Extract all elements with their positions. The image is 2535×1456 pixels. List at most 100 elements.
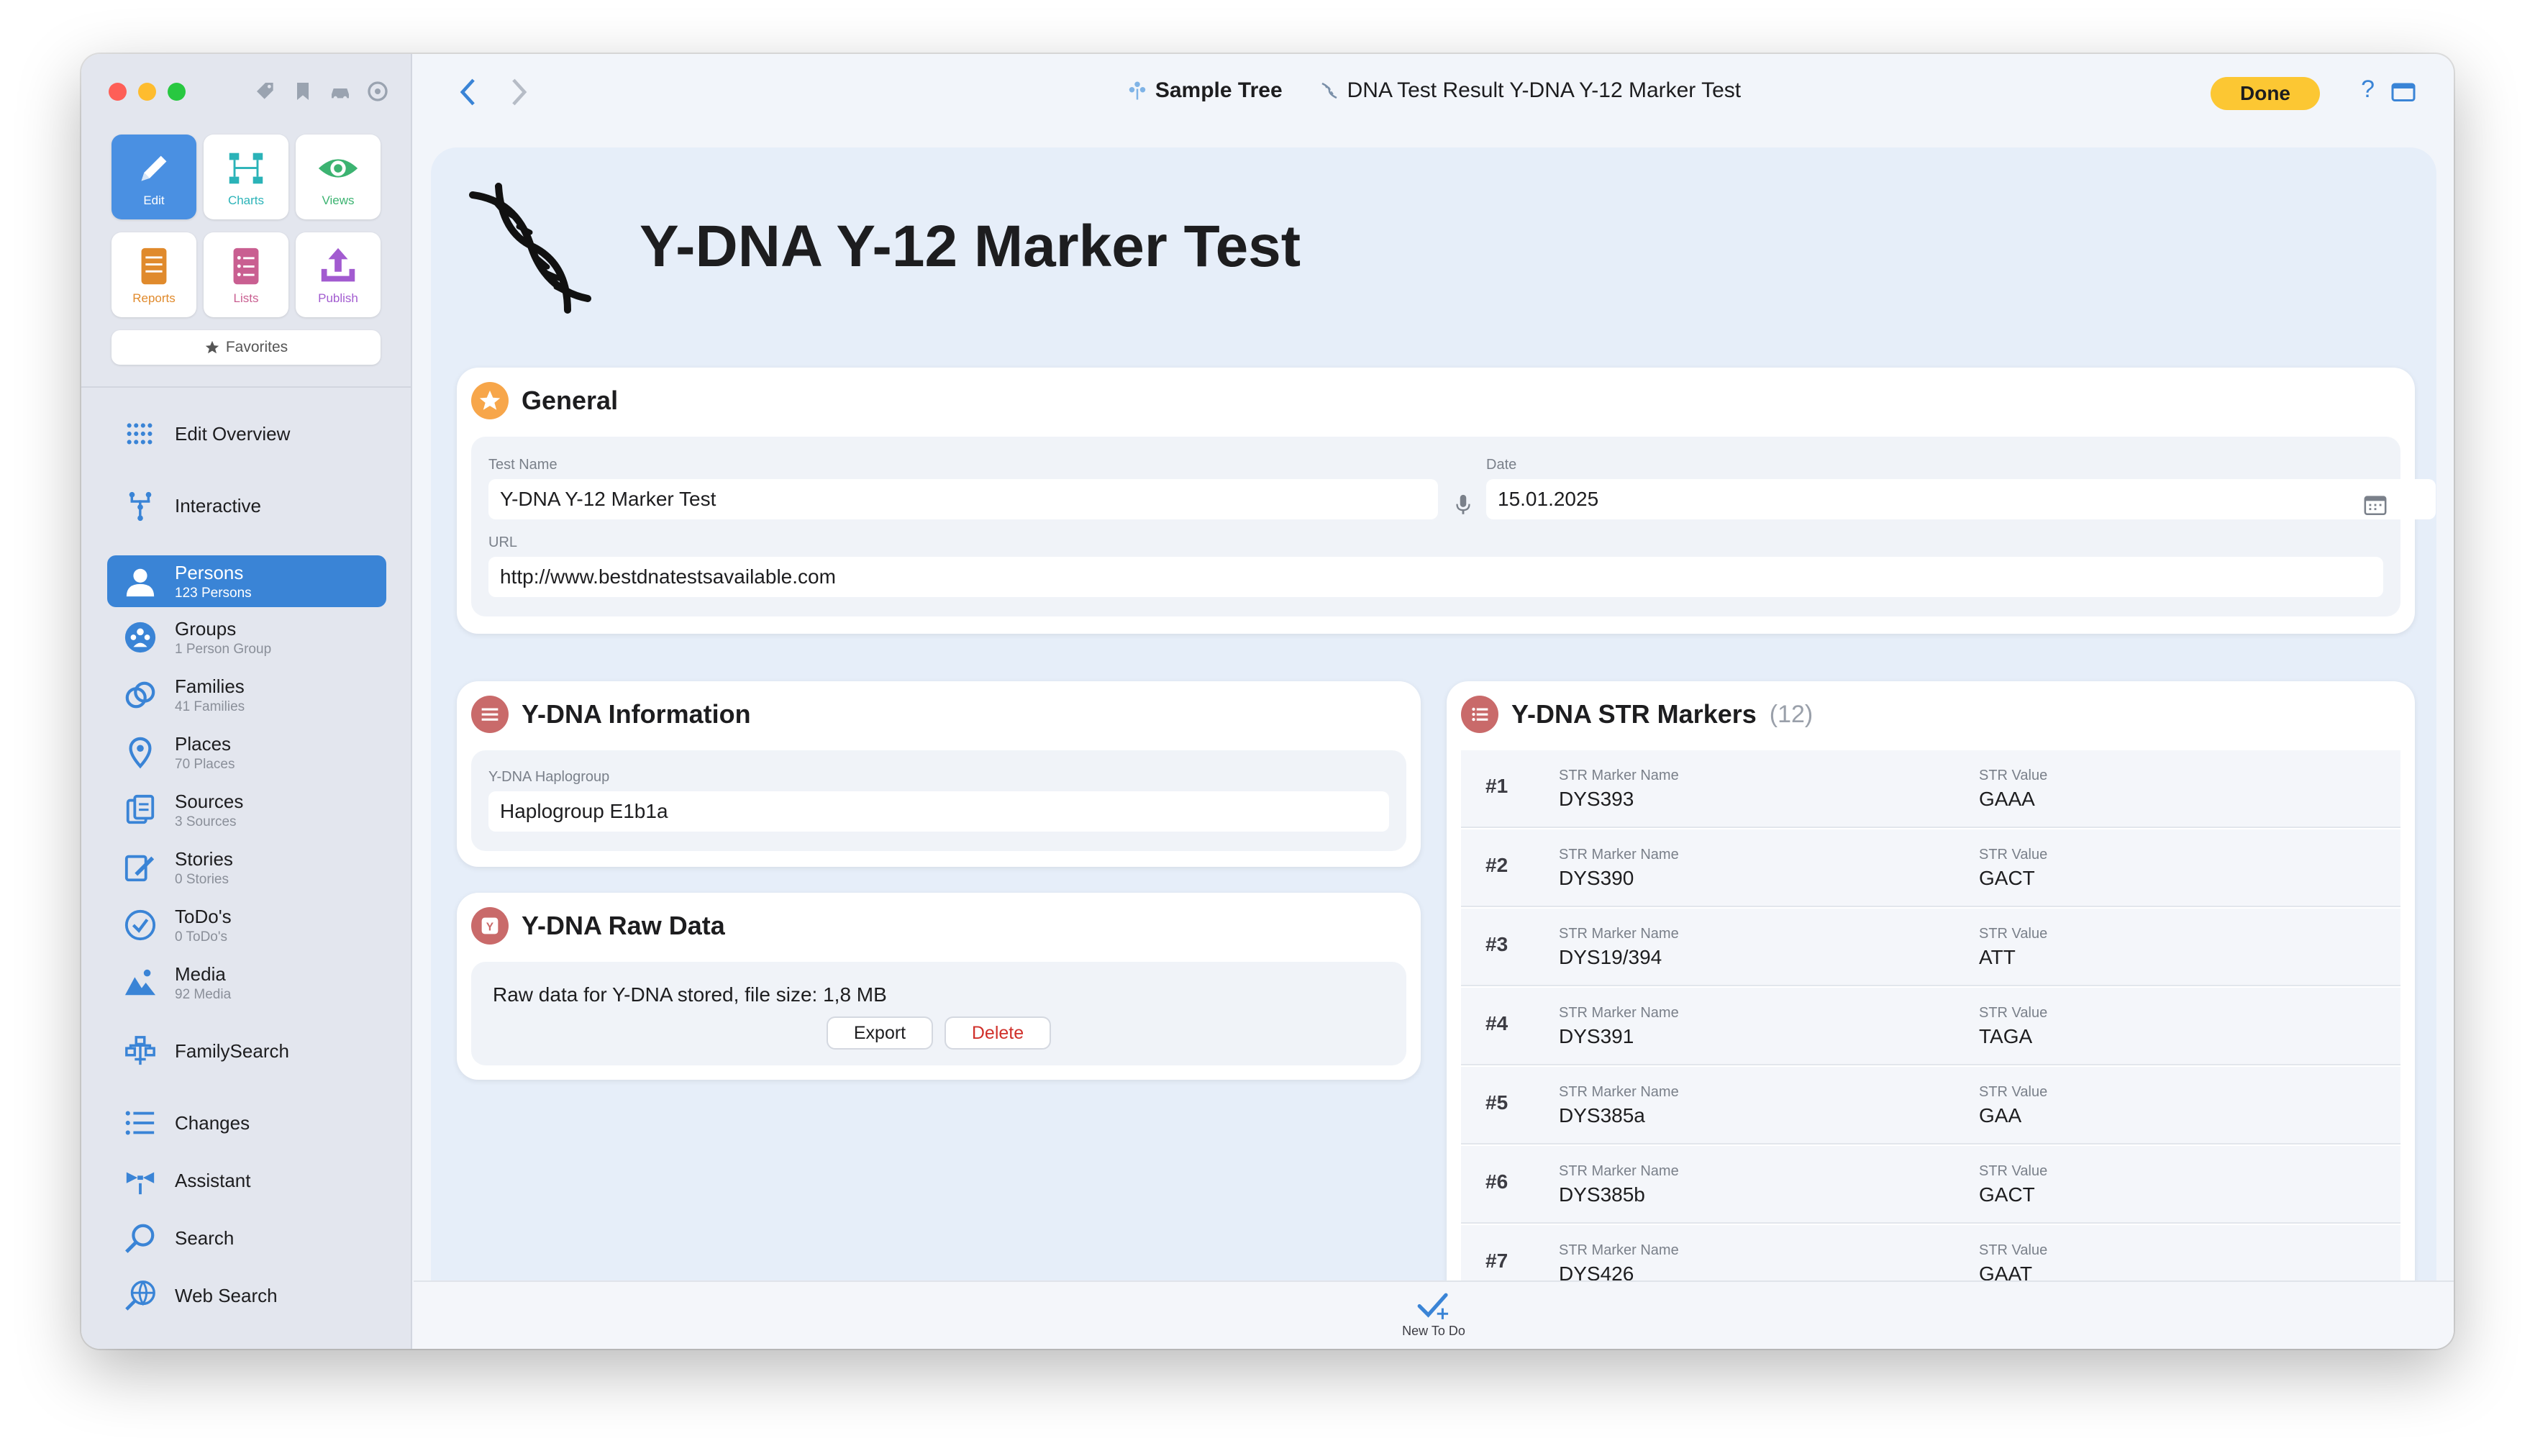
sidebar-item-sources[interactable]: Sources 3 Sources <box>107 784 386 836</box>
changes-icon <box>125 1111 155 1135</box>
str-marker-row[interactable]: #6 STR Marker Name DYS385b STR Value GACT <box>1461 1146 2400 1224</box>
raw-data-title: Y-DNA Raw Data <box>522 911 725 940</box>
marker-name-value: DYS393 <box>1559 788 1634 810</box>
marker-value: ATT <box>1979 946 2016 968</box>
car-icon[interactable] <box>329 80 352 103</box>
tag-icon[interactable] <box>254 80 277 103</box>
new-todo-button[interactable]: New To Do <box>1402 1291 1465 1339</box>
sidebar-item-places[interactable]: Places 70 Places <box>107 727 386 778</box>
sidebar-item-persons[interactable]: Persons 123 Persons <box>107 555 386 607</box>
sidebar-item-todos[interactable]: ToDo's 0 ToDo's <box>107 899 386 951</box>
marker-value-label: STR Value <box>1979 768 2048 783</box>
calendar-icon[interactable] <box>2363 493 2388 517</box>
raw-data-header: Y Y-DNA Raw Data <box>471 907 725 945</box>
delete-button[interactable]: Delete <box>946 1018 1050 1048</box>
favorites-button[interactable]: Favorites <box>111 330 381 365</box>
lists-tile[interactable]: Lists <box>204 232 288 317</box>
raw-data-body: Raw data for Y-DNA stored, file size: 1,… <box>471 962 1406 1065</box>
media-icon <box>124 969 156 996</box>
tile-label: Reports <box>132 291 176 305</box>
record-title: DNA Test Result Y-DNA Y-12 Marker Test <box>1347 78 1742 102</box>
str-marker-row[interactable]: #4 STR Marker Name DYS391 STR Value TAGA <box>1461 988 2400 1065</box>
str-marker-row[interactable]: #5 STR Marker Name DYS385a STR Value GAA <box>1461 1067 2400 1145</box>
marker-name-label: STR Marker Name <box>1559 847 1679 863</box>
sidebar-item-count: 41 Families <box>175 699 245 714</box>
zoom-window-button[interactable] <box>168 83 186 101</box>
sidebar-item-search[interactable]: Search <box>107 1216 386 1260</box>
sidebar-item-edit-overview[interactable]: Edit Overview <box>107 412 386 455</box>
marker-name-value: DYS391 <box>1559 1025 1634 1047</box>
done-button[interactable]: Done <box>2211 77 2320 110</box>
sidebar-item-label: Assistant <box>175 1169 251 1191</box>
minimize-window-button[interactable] <box>138 83 156 101</box>
tile-label: Edit <box>143 194 165 207</box>
close-window-button[interactable] <box>109 83 127 101</box>
marker-name-label: STR Marker Name <box>1559 768 1679 783</box>
web-search-icon <box>125 1280 155 1311</box>
sidebar-item-stories[interactable]: Stories 0 Stories <box>107 842 386 893</box>
star-icon <box>205 340 219 354</box>
marker-name-value: DYS385a <box>1559 1104 1645 1127</box>
test-name-field: Test Name Y-DNA Y-12 Marker Test <box>488 457 1438 519</box>
marker-value-label: STR Value <box>1979 1242 2048 1258</box>
url-input[interactable]: http://www.bestdnatestsavailable.com <box>488 557 2383 597</box>
checkmark-plus-icon <box>1417 1293 1448 1319</box>
title-bar: Sample Tree DNA Test Result Y-DNA Y-12 M… <box>414 54 2454 147</box>
str-marker-row[interactable]: #1 STR Marker Name DYS393 STR Value GAAA <box>1461 750 2400 828</box>
edit-tile[interactable]: Edit <box>111 135 196 219</box>
dna-icon <box>469 183 591 314</box>
export-button[interactable]: Export <box>828 1018 932 1048</box>
microphone-icon[interactable] <box>1454 493 1473 517</box>
sidebar-item-count: 0 Stories <box>175 871 229 887</box>
marker-name-label: STR Marker Name <box>1559 1242 1679 1258</box>
sidebar-item-familysearch[interactable]: FamilySearch <box>107 1029 386 1073</box>
haplogroup-input[interactable]: Haplogroup E1b1a <box>488 791 1389 832</box>
tree-root-icon <box>1129 81 1146 100</box>
tile-label: Charts <box>227 194 265 207</box>
sidebar-item-interactive[interactable]: Interactive <box>107 484 386 527</box>
breadcrumb-tree[interactable]: Sample Tree <box>1127 78 1283 103</box>
record-header: Y-DNA Y-12 Marker Test <box>458 175 1301 319</box>
rings-icon <box>125 681 155 709</box>
url-field: URL http://www.bestdnatestsavailable.com <box>488 534 2383 597</box>
window-mode-icon[interactable] <box>2390 80 2416 106</box>
search-icon <box>125 1224 155 1253</box>
sidebar-item-families[interactable]: Families 41 Families <box>107 669 386 721</box>
ydna-info-card: Y-DNA Information Y-DNA Haplogroup Haplo… <box>457 681 1421 867</box>
report-icon <box>141 247 167 285</box>
breadcrumb-record[interactable]: DNA Test Result Y-DNA Y-12 Marker Test <box>1319 78 1742 103</box>
star-badge-icon <box>471 382 509 419</box>
test-name-input[interactable]: Y-DNA Y-12 Marker Test <box>488 479 1438 519</box>
sidebar-item-media[interactable]: Media 92 Media <box>107 957 386 1009</box>
sidebar-item-changes[interactable]: Changes <box>107 1101 386 1145</box>
network-icon[interactable] <box>366 80 389 103</box>
sidebar-item-count: 92 Media <box>175 986 232 1002</box>
reports-tile[interactable]: Reports <box>111 232 196 317</box>
str-marker-row[interactable]: #3 STR Marker Name DYS19/394 STR Value ATT <box>1461 909 2400 986</box>
general-fields: Test Name Y-DNA Y-12 Marker Test Date 15… <box>471 437 2436 616</box>
grid-icon <box>127 423 153 445</box>
sidebar-item-groups[interactable]: Groups 1 Person Group <box>107 611 386 663</box>
stories-icon <box>124 855 155 882</box>
publish-tile[interactable]: Publish <box>296 232 381 317</box>
marker-name-value: DYS390 <box>1559 867 1634 889</box>
bookmark-icon[interactable] <box>291 80 314 103</box>
date-input[interactable]: 15.01.2025 <box>1486 479 2436 519</box>
str-markers-card: Y-DNA STR Markers (12) #1 STR Marker Name… <box>1447 681 2415 1280</box>
marker-value: GACT <box>1979 867 2035 889</box>
dna-small-icon <box>1321 82 1337 99</box>
raw-data-text: Raw data for Y-DNA stored, file size: 1,… <box>493 983 887 1006</box>
sidebar-item-label: Persons <box>175 561 244 583</box>
sidebar-item-web-search[interactable]: Web Search <box>107 1274 386 1317</box>
assistant-icon <box>126 1172 155 1195</box>
list-icon <box>233 247 259 285</box>
str-marker-row[interactable]: #2 STR Marker Name DYS390 STR Value GACT <box>1461 829 2400 907</box>
help-button[interactable]: ? <box>2361 76 2375 104</box>
marker-value: GAAA <box>1979 788 2035 810</box>
views-tile[interactable]: Views <box>296 135 381 219</box>
marker-number: #2 <box>1485 854 1508 876</box>
str-marker-row[interactable]: #7 STR Marker Name DYS426 STR Value GAAT <box>1461 1225 2400 1280</box>
sidebar-item-assistant[interactable]: Assistant <box>107 1159 386 1202</box>
tile-label: Publish <box>318 291 358 305</box>
charts-tile[interactable]: Charts <box>204 135 288 219</box>
